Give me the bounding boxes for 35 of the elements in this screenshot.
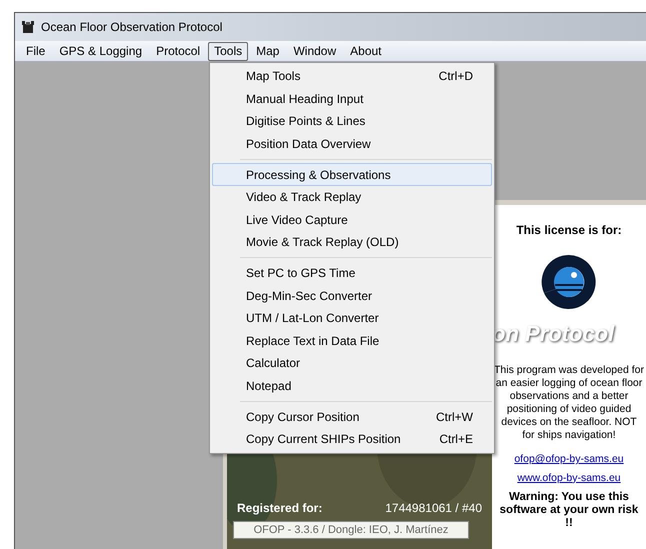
menu-bar-item[interactable]: About [344, 42, 388, 60]
menu-item[interactable]: UTM / Lat-Lon Converter [212, 306, 492, 330]
menu-item[interactable]: Replace Text in Data File [212, 330, 492, 352]
window-title: Ocean Floor Observation Protocol [41, 19, 222, 36]
menu-item[interactable]: Map Tools Ctrl+D [212, 65, 492, 88]
registered-label: Registered for: [237, 500, 322, 517]
menu-item[interactable]: Position Data Overview [212, 132, 492, 156]
email-link[interactable]: ofop@ofop-by-sams.eu [514, 452, 624, 468]
menu-bar-item[interactable]: Protocol [150, 42, 206, 60]
website-link[interactable]: www.ofop-by-sams.eu [517, 470, 621, 486]
logo-text: on Protocol [492, 320, 614, 348]
menu-item[interactable]: Digitise Points & Lines [212, 110, 492, 133]
version-field: OFOP - 3.3.6 / Dongle: IEO, J. Martínez [233, 521, 469, 539]
menu-item[interactable]: Copy Current SHIPs Position Ctrl+E [212, 428, 492, 450]
menu-bar-item[interactable]: GPS & Logging [53, 42, 148, 60]
menu-item[interactable]: Video & Track Replay [212, 186, 492, 209]
menu-bar-item[interactable]: Window [287, 42, 342, 60]
logo-icon [540, 253, 598, 311]
menu-item[interactable]: Calculator [212, 352, 492, 375]
menu-item[interactable]: Manual Heading Input [212, 88, 492, 110]
app-icon [21, 20, 35, 34]
warning-text: Warning: You use this software at your own risk !! [498, 490, 640, 530]
menu-item[interactable]: Movie & Track Replay (OLD) [212, 231, 492, 254]
menu-item[interactable]: Live Video Capture [212, 208, 492, 232]
menu-item[interactable]: Set PC to GPS Time [212, 262, 492, 284]
menu-bar-item[interactable]: Map [250, 42, 286, 60]
menu-item[interactable]: Notepad [212, 374, 492, 398]
menu-item[interactable]: Processing & Observations [212, 163, 492, 186]
license-heading: This license is for: [516, 222, 622, 239]
description-text: This program was developed for an easier logging of ocean floor observations and a better positioning of video guided devices on the seafloor. NOT for ships navigation! [493, 364, 645, 442]
menu-item[interactable]: Deg-Min-Sec Converter [212, 284, 492, 307]
menu-bar-item[interactable]: File [20, 42, 52, 60]
menu-item[interactable]: Copy Cursor Position Ctrl+W [212, 405, 492, 428]
menu-bar-item[interactable]: Tools [208, 42, 248, 60]
registration-number: 1744981061 / #40 [385, 500, 482, 517]
